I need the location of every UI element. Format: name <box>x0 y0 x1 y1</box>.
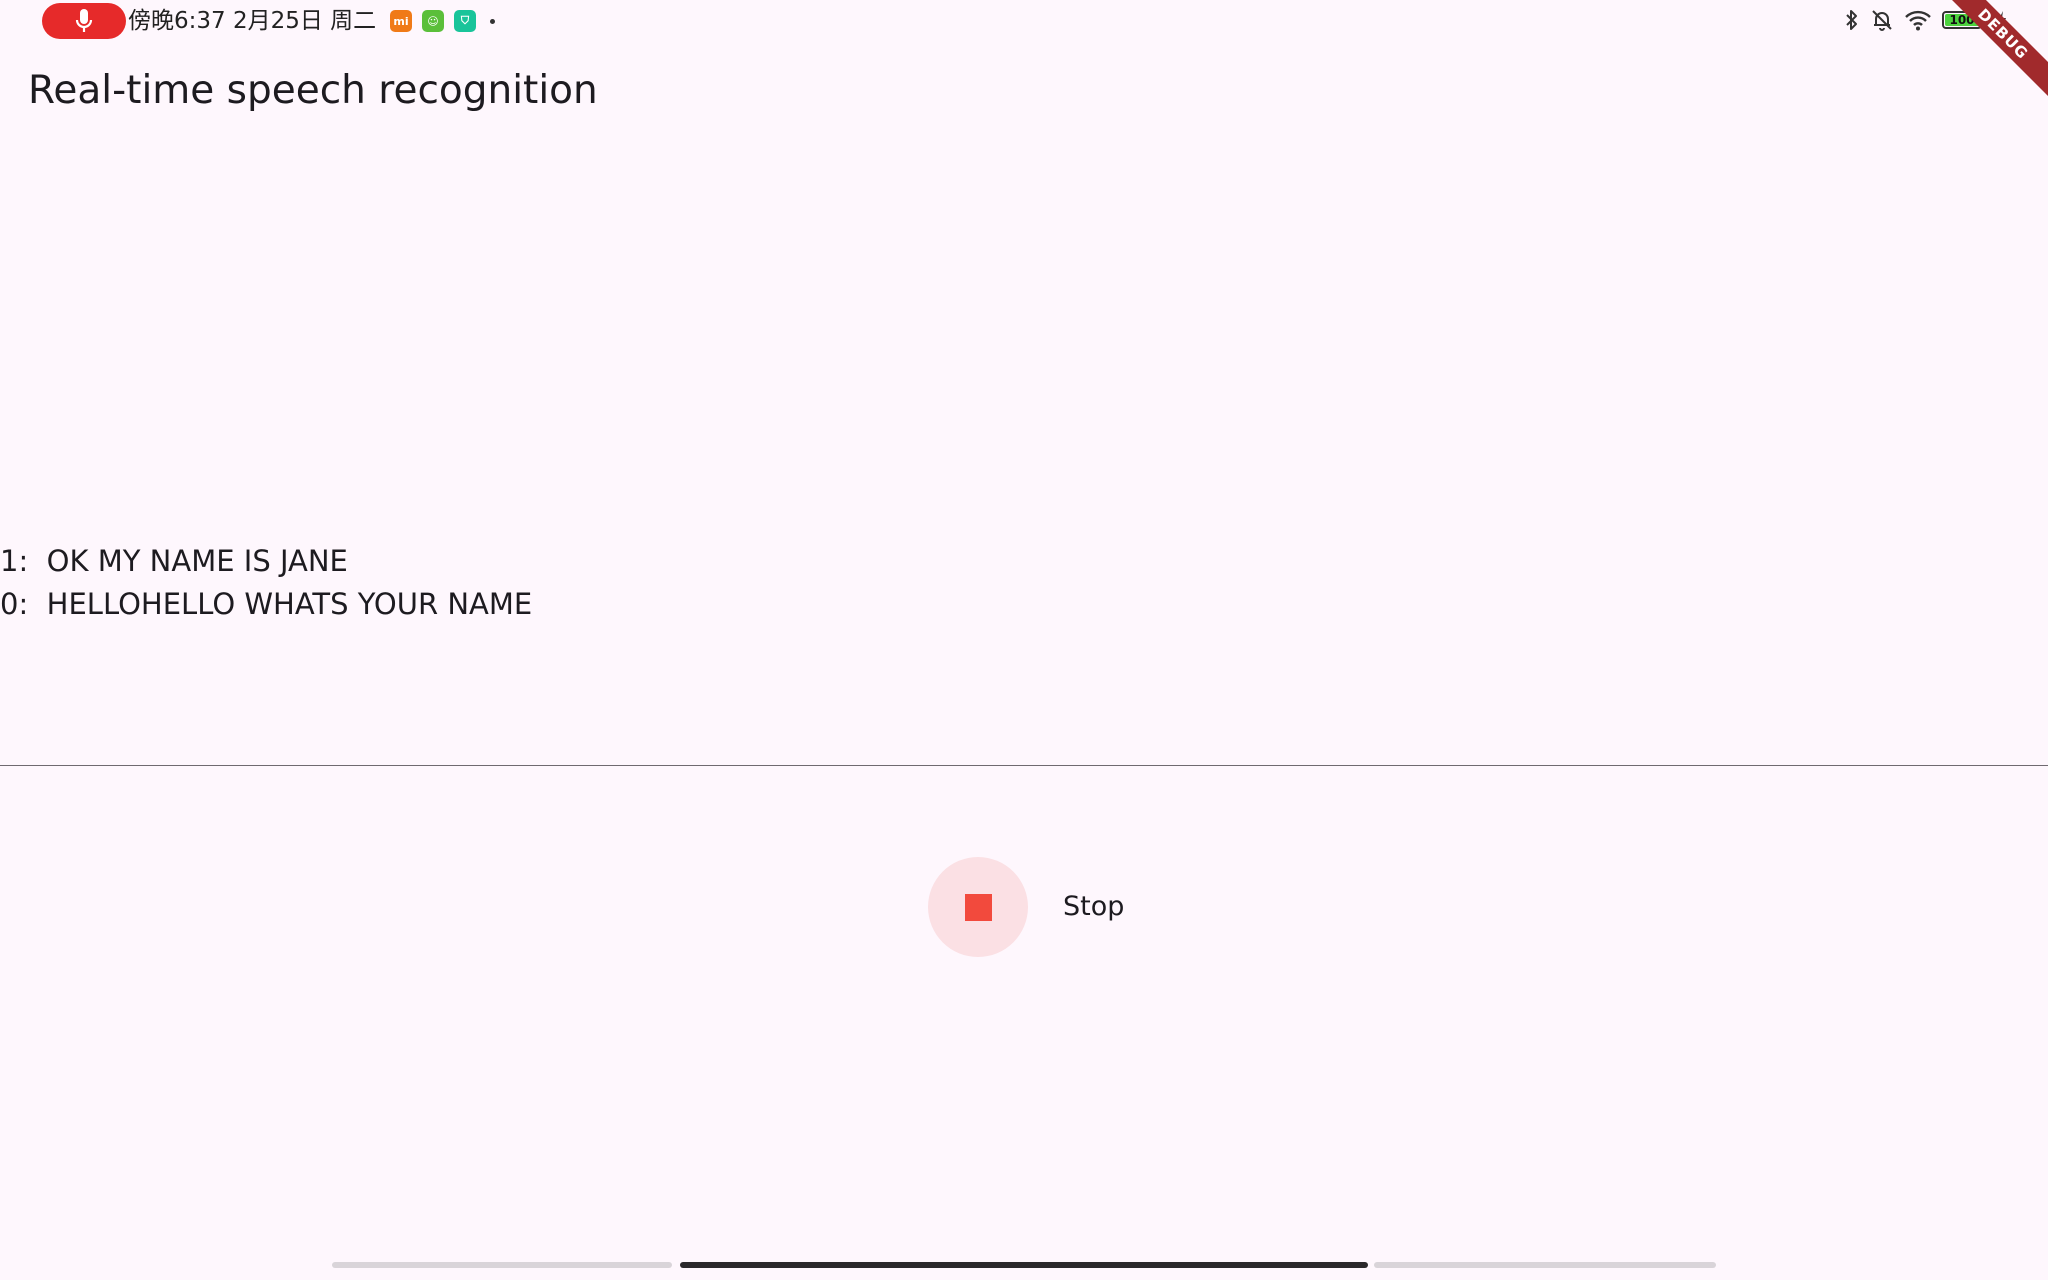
transcript-text: OK MY NAME IS JANE <box>46 544 348 578</box>
mi-app-icon: mi <box>390 10 412 32</box>
shield-app-icon: ⛉ <box>454 10 476 32</box>
notification-icons: mi ☺ ⛉ <box>390 10 495 32</box>
more-notifications-dot <box>490 18 495 24</box>
stop-icon <box>964 893 992 921</box>
status-time: 傍晚6:37 2月25日 周二 <box>128 8 377 34</box>
transcript-item: 0: HELLOHELLO WHATS YOUR NAME <box>0 583 532 626</box>
recording-indicator[interactable] <box>42 3 126 39</box>
transcript-list: 1: OK MY NAME IS JANE 0: HELLOHELLO WHAT… <box>0 540 532 626</box>
gesture-hint-left <box>332 1262 672 1268</box>
mute-bell-icon <box>1872 10 1892 31</box>
gesture-home-bar[interactable] <box>680 1262 1368 1268</box>
divider <box>0 765 2048 766</box>
green-app-icon: ☺ <box>422 10 444 32</box>
status-bar: 傍晚6:37 2月25日 周二 mi ☺ ⛉ 100 <box>0 0 2048 44</box>
microphone-icon <box>75 9 93 32</box>
page-title: Real-time speech recognition <box>28 68 598 113</box>
wifi-icon <box>1905 10 1931 31</box>
bluetooth-icon <box>1846 10 1857 30</box>
stop-label[interactable]: Stop <box>1063 890 1124 924</box>
transcript-text: HELLOHELLO WHATS YOUR NAME <box>46 587 533 621</box>
gesture-hint-right <box>1374 1262 1716 1268</box>
stop-button[interactable] <box>928 857 1028 957</box>
transcript-item: 1: OK MY NAME IS JANE <box>0 540 532 583</box>
transcript-index: 1: <box>0 544 29 578</box>
transcript-index: 0: <box>0 587 29 621</box>
